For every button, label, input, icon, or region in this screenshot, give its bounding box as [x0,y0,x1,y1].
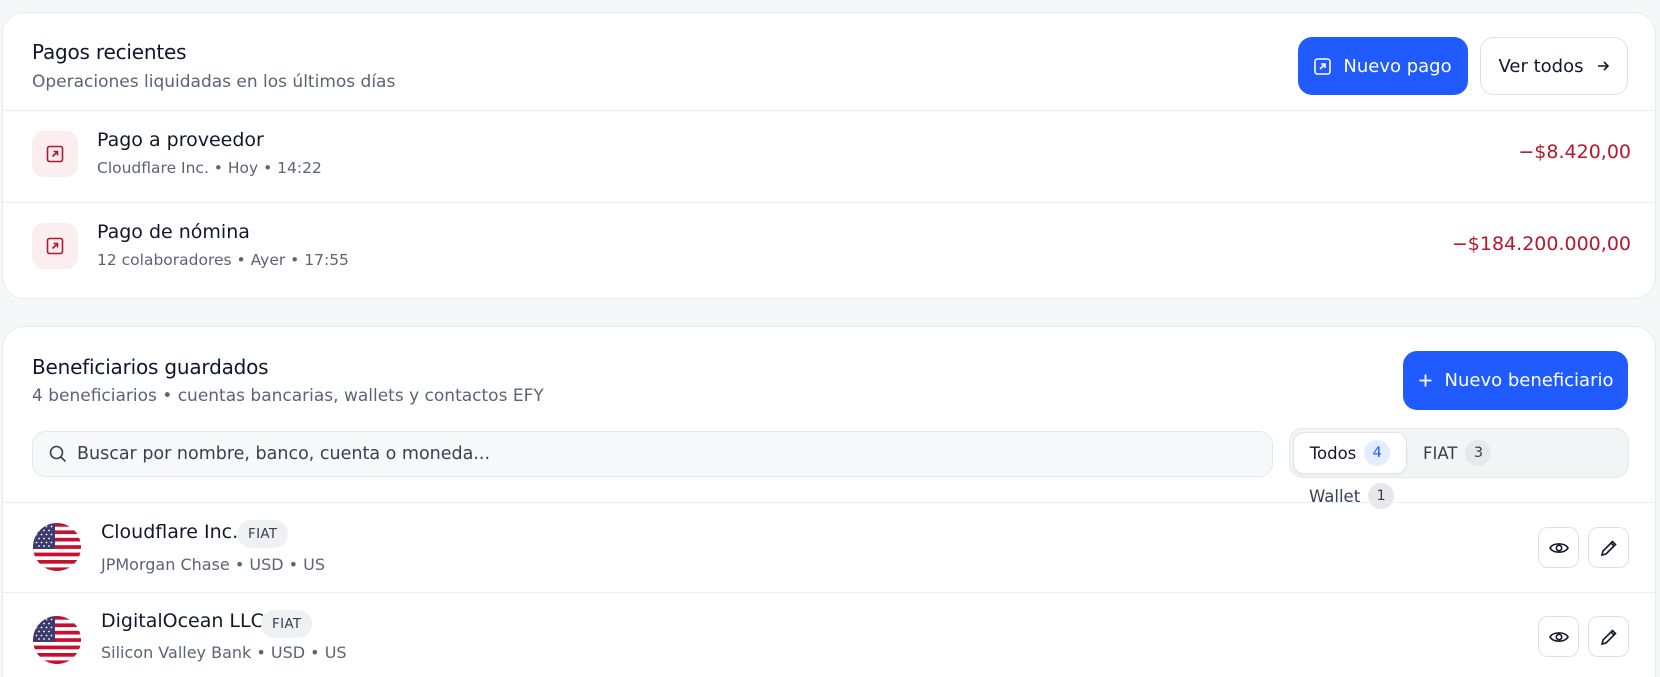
payment-title: Pago de nómina [97,221,250,243]
payment-amount: −$184.200.000,00 [1451,233,1631,255]
pencil-icon [1600,539,1617,556]
filter-count: 3 [1465,440,1492,466]
view-all-label: Ver todos [1498,55,1584,77]
pencil-icon [1600,628,1617,645]
arrow-right-icon [1597,61,1609,71]
new-payment-label: Nuevo pago [1343,55,1452,77]
us-flag-icon [33,616,81,664]
payment-row[interactable]: Pago de nómina 12 colaboradores • Ayer •… [3,203,1655,294]
type-badge: FIAT [237,520,289,548]
filter-count: 4 [1364,440,1391,466]
payment-title: Pago a proveedor [97,129,264,151]
beneficiary-meta: Silicon Valley Bank • USD • US [101,643,347,662]
search-input[interactable] [77,444,1257,464]
payment-meta: 12 colaboradores • Ayer • 17:55 [97,251,349,269]
beneficiary-row[interactable]: DigitalOcean LLC FIAT Silicon Valley Ban… [3,593,1655,677]
beneficiaries-title: Beneficiarios guardados [32,355,269,379]
type-badge: FIAT [261,610,313,638]
filter-label: Todos [1309,443,1357,463]
saved-beneficiaries-card: Beneficiarios guardados 4 beneficiarios … [2,326,1656,677]
new-beneficiary-label: Nuevo beneficiario [1444,370,1614,391]
edit-button[interactable] [1588,527,1629,568]
recent-payments-card: Pagos recientes Operaciones liquidadas e… [2,12,1656,299]
search-icon [49,445,67,463]
payments-title: Pagos recientes [32,40,187,64]
view-button[interactable] [1538,527,1579,568]
filter-tab-todos[interactable]: Todos 4 [1293,432,1407,474]
payment-amount: −$8.420,00 [1518,141,1631,163]
payment-row[interactable]: Pago a proveedor Cloudflare Inc. • Hoy •… [3,111,1655,202]
beneficiaries-subtitle: 4 beneficiarios • cuentas bancarias, wal… [32,386,544,406]
beneficiary-row[interactable]: Cloudflare Inc. FIAT JPMorgan Chase • US… [3,503,1655,592]
payment-meta: Cloudflare Inc. • Hoy • 14:22 [97,159,322,177]
arrow-up-right-icon [32,131,78,177]
us-flag-icon [33,523,81,571]
search-box[interactable] [32,431,1273,477]
view-button[interactable] [1538,616,1579,657]
beneficiary-name: Cloudflare Inc. [101,521,239,543]
filter-tab-fiat[interactable]: FIAT 3 [1423,440,1492,466]
new-payment-button[interactable]: Nuevo pago [1298,37,1468,95]
edit-button[interactable] [1588,616,1629,657]
eye-icon [1548,542,1569,553]
payments-subtitle: Operaciones liquidadas en los últimos dí… [32,72,396,92]
beneficiary-meta: JPMorgan Chase • USD • US [101,555,326,574]
filter-tabs: Todos 4 FIAT 3 Wallet 1 [1289,428,1629,509]
arrow-up-right-icon [1314,57,1332,75]
plus-icon [1419,374,1431,387]
filter-label: FIAT [1423,443,1458,463]
eye-icon [1548,631,1569,642]
view-all-button[interactable]: Ver todos [1480,37,1628,95]
new-beneficiary-button[interactable]: Nuevo beneficiario [1403,351,1628,410]
beneficiary-name: DigitalOcean LLC [101,610,264,632]
arrow-up-right-icon [32,223,78,269]
